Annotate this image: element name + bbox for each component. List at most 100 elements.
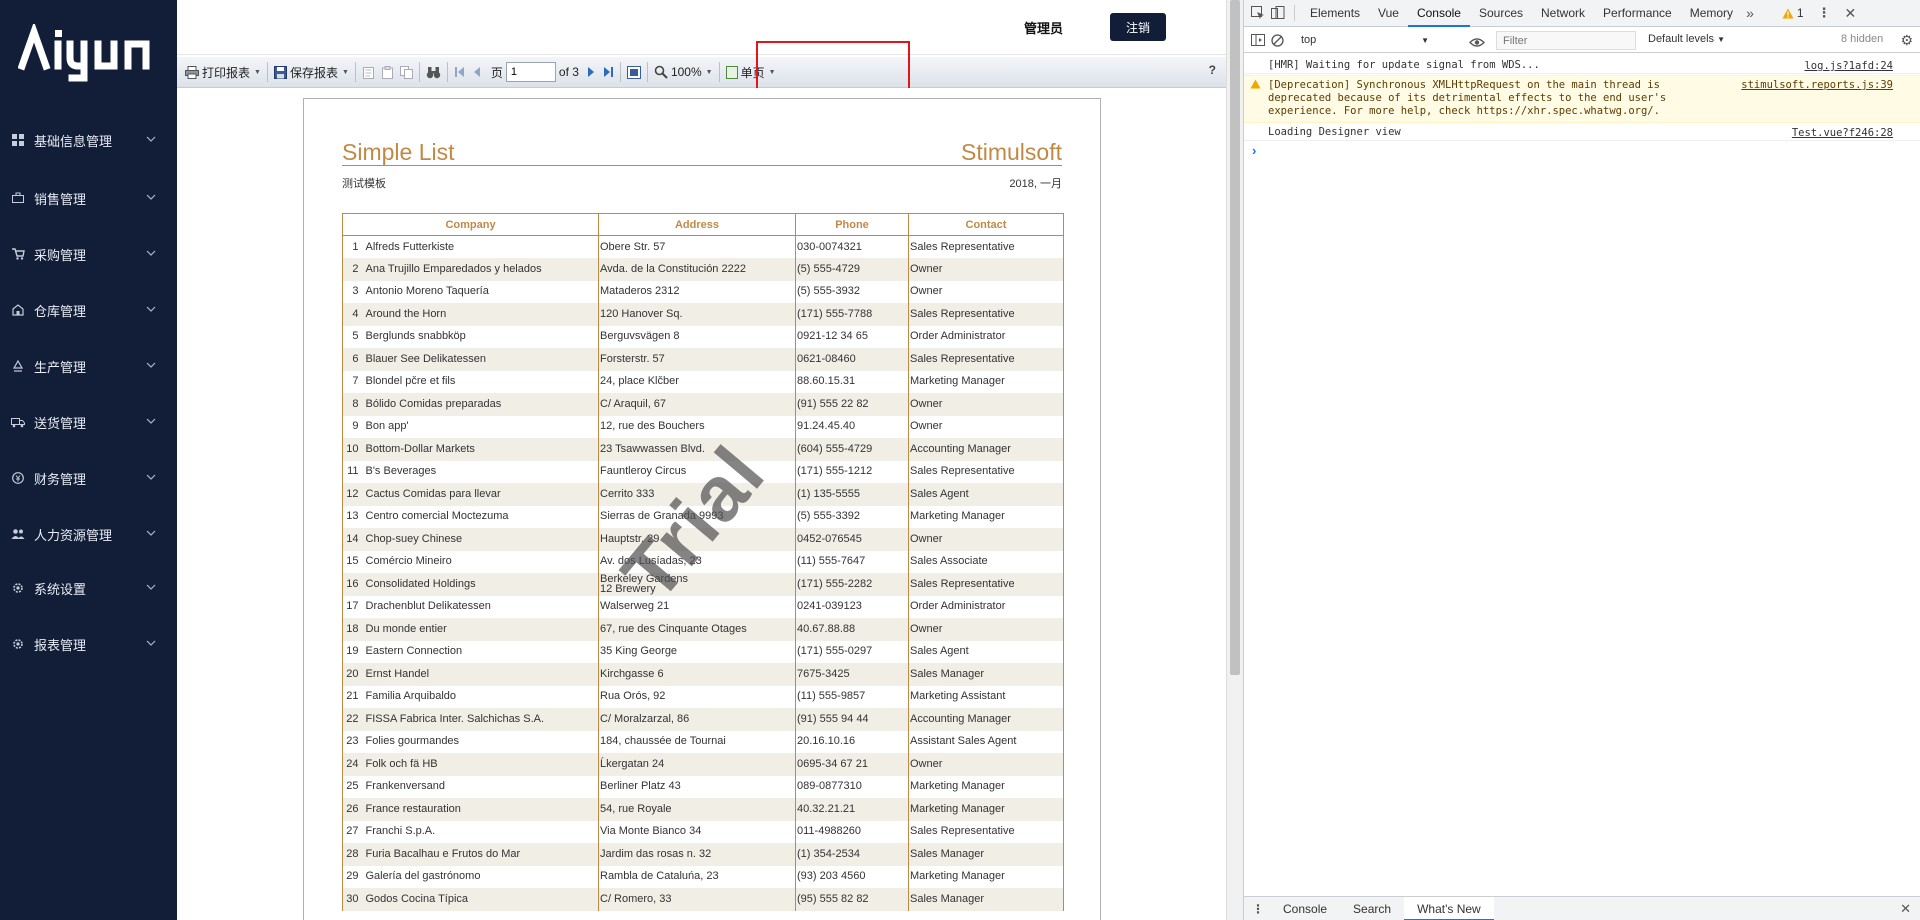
- sidebar-item-warehouse[interactable]: 仓库管理: [0, 292, 177, 328]
- report-title: Simple List: [342, 139, 455, 165]
- close-icon[interactable]: ✕: [1845, 5, 1857, 22]
- row-number: 27: [342, 820, 365, 843]
- phone-cell: 0452-076545: [795, 528, 909, 551]
- title-divider: [342, 165, 1062, 166]
- sidebar-item-finance[interactable]: 财务管理: [0, 460, 177, 496]
- report-brand: Stimulsoft: [961, 139, 1062, 165]
- logout-button[interactable]: 注销: [1110, 13, 1166, 41]
- page-scrollbar[interactable]: [1226, 0, 1243, 920]
- devtools-tab-memory[interactable]: Memory: [1681, 0, 1742, 27]
- company-cell: Cactus Comidas para llevar: [364, 483, 599, 506]
- print-report-button[interactable]: 打印报表 ▼: [182, 60, 264, 84]
- phone-cell: (91) 555 22 82: [795, 393, 909, 416]
- sidebar-item-settings[interactable]: 系统设置: [0, 570, 177, 606]
- contact-cell: Sales Representative: [908, 235, 1064, 258]
- full-screen-button[interactable]: [624, 60, 644, 84]
- dropdown-arrow-icon: ▼: [254, 68, 261, 76]
- context-selector[interactable]: top ▼: [1295, 31, 1435, 50]
- table-row: 4 Around the Horn 120 Hanover Sq. (171) 555…: [342, 303, 1064, 326]
- kebab-menu-icon[interactable]: ⋮: [1818, 5, 1831, 21]
- drawer-tab-search[interactable]: Search: [1340, 897, 1404, 920]
- live-expression-button[interactable]: [1466, 30, 1488, 54]
- scrollbar-thumb[interactable]: [1230, 0, 1240, 675]
- contact-cell: Order Administrator: [908, 595, 1064, 618]
- row-number: 20: [342, 663, 365, 686]
- address-cell: Forsterstr. 57: [598, 348, 796, 371]
- phone-cell: (604) 555-4729: [795, 438, 909, 461]
- table-row: 5 Berglunds snabbköp Berguvsvägen 8 0921-12…: [342, 325, 1064, 348]
- bookmarks-button[interactable]: [359, 60, 378, 84]
- phone-cell: (171) 555-7788: [795, 303, 909, 326]
- devtools-tab-sources[interactable]: Sources: [1470, 0, 1532, 27]
- drawer-tab-console[interactable]: Console: [1270, 897, 1340, 920]
- last-page-button[interactable]: [599, 60, 617, 84]
- sidebar-item-delivery[interactable]: 送货管理: [0, 404, 177, 440]
- address-cell: Jardim das rosas n. 32: [598, 843, 796, 866]
- devtools-tab-elements[interactable]: Elements: [1301, 0, 1369, 27]
- company-cell: Around the Horn: [364, 303, 599, 326]
- sidebar-item-label: 系统设置: [34, 581, 87, 597]
- message-source-link[interactable]: Test.vue?f246:28: [1792, 127, 1893, 140]
- last-page-icon: [603, 67, 613, 77]
- phone-cell: (5) 555-3392: [795, 505, 909, 528]
- toolbar-divider: [619, 62, 621, 82]
- warning-icon: [1250, 79, 1261, 93]
- find-button[interactable]: [423, 60, 444, 84]
- table-row: 23 Folies gourmandes 184, chaussée de Tour…: [342, 730, 1064, 753]
- chevron-down-icon: [146, 250, 156, 256]
- address-cell: 67, rue des Cinquante Otages: [598, 618, 796, 641]
- zoom-button[interactable]: 100% ▼: [651, 60, 716, 84]
- contact-cell: Sales Manager: [908, 888, 1064, 911]
- message-source-link[interactable]: stimulsoft.reports.js:39: [1741, 79, 1893, 92]
- more-tabs-icon[interactable]: »: [1746, 5, 1754, 21]
- address-cell: Kirchgasse 6: [598, 663, 796, 686]
- previous-page-button[interactable]: [469, 60, 485, 84]
- sidebar-item-reports[interactable]: 报表管理: [0, 626, 177, 662]
- log-levels-dropdown[interactable]: Default levels ▼: [1648, 33, 1725, 45]
- sidebar-item-label: 生产管理: [34, 359, 87, 375]
- sidebar-item-production[interactable]: 生产管理: [0, 348, 177, 384]
- table-row: 9 Bon app' 12, rue des Bouchers 91.24.45.40…: [342, 415, 1064, 438]
- help-button[interactable]: ?: [1209, 63, 1216, 77]
- page-number-input[interactable]: [505, 62, 556, 82]
- devtools-tab-console[interactable]: Console: [1407, 0, 1470, 27]
- devtools-tab-network[interactable]: Network: [1532, 0, 1594, 27]
- message-text: Loading Designer view: [1268, 126, 1401, 138]
- message-source-link[interactable]: log.js?1afd:24: [1804, 60, 1893, 73]
- sidebar-toggle-button[interactable]: [1248, 28, 1268, 52]
- contact-cell: Owner: [908, 528, 1064, 551]
- first-page-button[interactable]: [451, 60, 469, 84]
- sidebar-item-basic-info[interactable]: 基础信息管理: [0, 122, 177, 158]
- address-cell: Rua Orós, 92: [598, 685, 796, 708]
- drawer-tab-what-s-new[interactable]: What's New: [1404, 896, 1494, 920]
- gear-icon[interactable]: ⚙: [1900, 32, 1913, 49]
- clear-console-button[interactable]: [1268, 28, 1287, 52]
- company-cell: Drachenblut Delikatessen: [364, 595, 599, 618]
- kebab-menu-icon[interactable]: ⋮: [1252, 902, 1264, 916]
- parameters-button[interactable]: [378, 60, 397, 84]
- sidebar-item-label: 采购管理: [34, 247, 87, 263]
- inspect-element-button[interactable]: [1248, 1, 1268, 25]
- devtools-tab-performance[interactable]: Performance: [1594, 0, 1681, 27]
- sidebar-item-sales[interactable]: 销售管理: [0, 180, 177, 216]
- contact-cell: Sales Associate: [908, 550, 1064, 573]
- single-page-icon: [725, 65, 738, 79]
- warning-counter[interactable]: 1: [1782, 6, 1804, 20]
- address-cell: Berguvsvägen 8: [598, 325, 796, 348]
- address-cell: 120 Hanover Sq.: [598, 303, 796, 326]
- gear-icon: [10, 636, 26, 652]
- table-row: 1 Alfreds Futterkiste Obere Str. 57 030-007…: [342, 235, 1064, 258]
- resources-button[interactable]: [397, 60, 416, 84]
- device-toolbar-button[interactable]: [1268, 1, 1288, 25]
- sidebar-item-hr[interactable]: 人力资源管理: [0, 516, 177, 552]
- console-prompt-icon[interactable]: ›: [1252, 143, 1256, 158]
- chevron-down-icon: [146, 194, 156, 200]
- close-icon[interactable]: ✕: [1900, 901, 1911, 917]
- row-number: 15: [342, 550, 365, 573]
- console-filter-input[interactable]: [1496, 31, 1636, 50]
- sidebar-item-purchasing[interactable]: 采购管理: [0, 236, 177, 272]
- next-page-button[interactable]: [583, 60, 599, 84]
- devtools-tab-vue[interactable]: Vue: [1369, 0, 1408, 27]
- save-report-button[interactable]: 保存报表 ▼: [271, 60, 352, 84]
- people-icon: [10, 526, 26, 542]
